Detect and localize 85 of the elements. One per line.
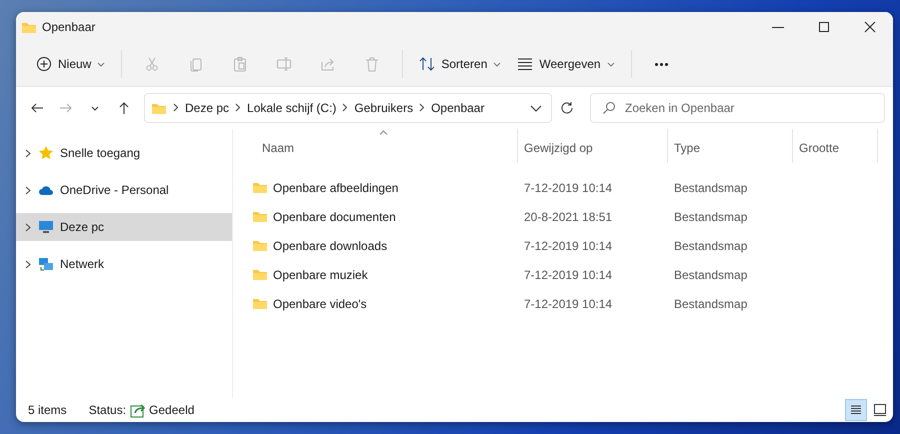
type-cell-text: Bestandsmap (673, 210, 748, 224)
file-name: Openbare video's (273, 296, 367, 310)
sort-caret-icon (379, 130, 388, 135)
new-button[interactable]: Nieuw (28, 48, 114, 80)
sidebar-item[interactable]: Snelle toegang (16, 139, 232, 167)
file-name: Openbare downloads (273, 238, 388, 252)
file-row[interactable]: Openbare downloads 7-12-2019 10:14 Bestandsmap (233, 231, 893, 260)
file-row[interactable]: Openbare documenten 20-8-2021 18:51 Bestandsmap (233, 202, 893, 231)
folder-icon (252, 181, 268, 194)
rename-icon (276, 56, 292, 72)
folder-icon (252, 297, 268, 310)
file-name: Openbare muziek (273, 268, 368, 282)
window-icon (873, 403, 887, 417)
file-name: Openbare documenten (273, 210, 396, 224)
folder-icon (252, 268, 268, 281)
share-icon (320, 56, 336, 72)
file-row[interactable]: Openbare video's 7-12-2019 10:14 Bestandsmap (233, 289, 893, 318)
scissors-icon (144, 56, 160, 72)
monitor-icon (38, 219, 54, 235)
sidebar-item[interactable]: OneDrive - Personal (16, 176, 232, 204)
date-cell-text: 7-12-2019 10:14 (523, 180, 614, 194)
clipboard-icon (232, 56, 248, 72)
item-count: 5 items (28, 403, 67, 417)
sort-icon (419, 56, 436, 72)
date-cell-text: 7-12-2019 10:14 (523, 268, 614, 282)
sidebar-item[interactable]: Netwerk (16, 250, 232, 278)
close-icon (864, 21, 876, 33)
more-icon (655, 62, 668, 66)
folder-icon (252, 239, 268, 252)
sidebar-item[interactable]: Deze pc (16, 213, 232, 241)
date-cell-text: 7-12-2019 10:14 (523, 296, 614, 310)
chevron-down-icon (530, 104, 542, 112)
search-field[interactable]: Zoeken in Openbaar (590, 93, 885, 123)
lines-icon (517, 56, 534, 72)
new-icon (36, 56, 52, 72)
chevron-right-icon (342, 103, 348, 112)
arrow-left-icon (30, 101, 44, 115)
breadcrumb-item[interactable]: Openbaar (431, 101, 484, 115)
chevron-down-icon (606, 62, 615, 66)
column-header[interactable]: Grootte (793, 129, 878, 163)
file-row[interactable]: Openbare muziek 7-12-2019 10:14 Bestandsmap (233, 260, 893, 289)
details-view-button[interactable] (845, 399, 867, 421)
star-icon (38, 145, 54, 161)
type-cell-text: Bestandsmap (673, 238, 748, 252)
file-name: Openbare afbeeldingen (273, 180, 398, 194)
list-icon (849, 403, 863, 417)
chevron-right-icon (24, 148, 32, 158)
breadcrumb-item[interactable]: Deze pc (185, 101, 230, 115)
column-header[interactable]: Naam (233, 129, 518, 163)
chevron-right-icon (24, 222, 32, 232)
maximize-icon (818, 21, 830, 33)
refresh-icon (560, 101, 574, 115)
date-cell-text: 20-8-2021 18:51 (523, 210, 614, 224)
shared-icon (130, 402, 146, 418)
search-icon (602, 101, 616, 115)
date-cell-text: 7-12-2019 10:14 (523, 238, 614, 252)
copy-icon (188, 56, 204, 72)
chevron-right-icon (24, 186, 32, 194)
status-label: Status: (88, 403, 126, 417)
view-button[interactable]: Weergeven (509, 48, 623, 80)
folder-icon (21, 20, 37, 34)
address-bar[interactable]: Deze pc Lokale schijf (C:) Gebruikers Openbaar (144, 93, 552, 123)
arrow-right-icon (58, 101, 72, 115)
chevron-right-icon (235, 103, 242, 112)
window-title: Openbaar (42, 20, 96, 34)
folder-icon (151, 102, 167, 114)
breadcrumb-item[interactable]: Gebruikers (354, 101, 414, 115)
chevron-down-icon (493, 62, 502, 66)
trash-icon (364, 56, 380, 72)
sort-button[interactable]: Sorteren (411, 48, 510, 80)
breadcrumb-item[interactable]: Lokale schijf (C:) (247, 101, 336, 115)
chevron-right-icon (173, 103, 179, 112)
column-header[interactable]: Type (668, 129, 793, 163)
file-row[interactable]: Openbare afbeeldingen 7-12-2019 10:14 Bestandsmap (233, 173, 893, 202)
type-cell-text: Bestandsmap (673, 268, 748, 282)
chevron-right-icon (419, 103, 426, 112)
type-cell-text: Bestandsmap (673, 296, 748, 310)
folder-icon (252, 210, 268, 223)
column-header[interactable]: Gewijzigd op (518, 129, 668, 163)
chevron-down-icon (97, 62, 106, 66)
minimize-icon (772, 26, 784, 28)
type-cell-text: Bestandsmap (673, 180, 748, 194)
network-icon (38, 256, 54, 272)
status-value: Gedeeld (149, 403, 194, 417)
chevron-right-icon (24, 260, 32, 268)
